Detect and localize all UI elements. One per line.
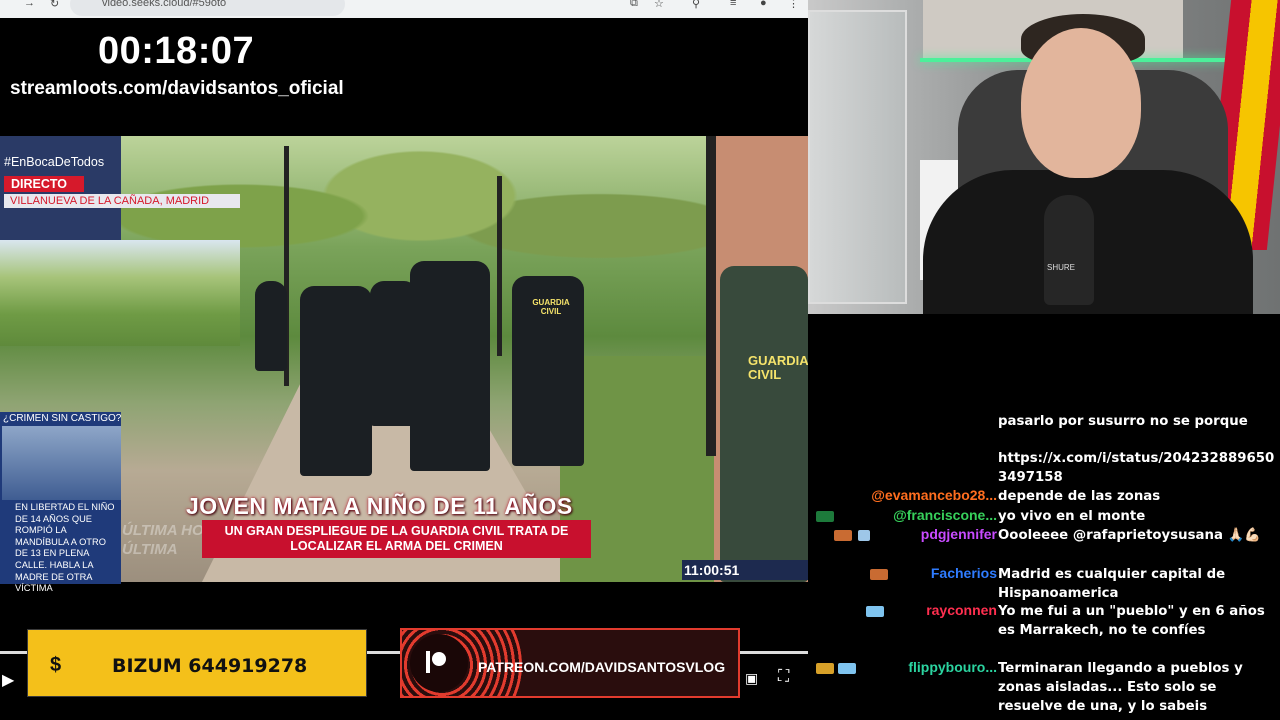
streamer-face bbox=[1021, 28, 1141, 178]
chat-message-text: depende de las zonas bbox=[998, 489, 1161, 504]
chat-username[interactable]: Facherios bbox=[931, 565, 997, 581]
chat-message-text: Madrid es cualquier capital de Hispanoam… bbox=[998, 567, 1226, 601]
bookmark-star-icon[interactable]: ☆ bbox=[654, 0, 664, 10]
play-icon[interactable]: ▶ bbox=[2, 670, 14, 690]
street-lamp bbox=[497, 176, 502, 356]
chat-message-text: https://x.com/i/status/20423288965034971… bbox=[998, 451, 1275, 485]
patreon-url: PATREON.COM/DAVIDSANTOSVLOG bbox=[478, 659, 726, 675]
broadcast-clock: 11:00:51 bbox=[682, 560, 808, 580]
bizum-text: BIZUM 644919278 bbox=[112, 655, 308, 677]
breaking-watermark: ÚLTIMA bbox=[122, 541, 178, 558]
subheadline-line-1: UN GRAN DESPLIEGUE DE LA GUARDIA CIVIL T… bbox=[224, 524, 569, 538]
chat-panel: pasarlo por susurro no se porque https:/… bbox=[808, 314, 1280, 720]
location-label: VILLANUEVA DE LA CAÑADA, MADRID bbox=[4, 194, 240, 208]
person-silhouette bbox=[300, 286, 372, 476]
program-hashtag: #EnBocaDeTodos bbox=[4, 155, 105, 169]
forward-icon[interactable]: → bbox=[24, 0, 35, 9]
menu-list-icon[interactable]: ≡ bbox=[730, 0, 736, 9]
chat-message-text: Yo me fui a un "pueblo" y en 6 años es M… bbox=[998, 604, 1265, 638]
patreon-icon bbox=[426, 651, 446, 673]
bystander-silhouette bbox=[255, 281, 287, 371]
chat-message-text: yo vivo en el monte bbox=[998, 509, 1146, 524]
chat-badge-icon bbox=[816, 511, 834, 522]
side-story-title: ¿CRIMEN SIN CASTIGO? bbox=[3, 413, 122, 424]
extensions-icon[interactable]: ⚲ bbox=[692, 0, 700, 10]
miniplayer-icon[interactable]: ▣ bbox=[745, 670, 758, 687]
microphone bbox=[1044, 195, 1094, 305]
chat-message-text: Terminaran llegando a pueblos y zonas ai… bbox=[998, 661, 1243, 714]
subheadline-line-2: LOCALIZAR EL ARMA DEL CRIMEN bbox=[290, 539, 503, 553]
guard-silhouette bbox=[410, 261, 490, 471]
chat-username[interactable]: @franciscone... bbox=[893, 507, 997, 523]
reload-icon[interactable]: ↻ bbox=[50, 0, 59, 10]
diamond-badge-icon bbox=[858, 530, 870, 541]
live-badge: DIRECTO bbox=[4, 176, 84, 192]
stream-timer: 00:18:07 bbox=[98, 30, 255, 72]
guard-silhouette bbox=[720, 266, 808, 582]
chat-badge-icon bbox=[870, 569, 888, 580]
side-story-image bbox=[2, 426, 121, 500]
streamloots-url: streamloots.com/davidsantos_oficial bbox=[10, 78, 344, 99]
news-headline: JOVEN MATA A NIÑO DE 11 AÑOS bbox=[186, 493, 573, 519]
address-bar-url: video.seeks.cloud/#59oto bbox=[102, 0, 227, 9]
webcam-feed: SHURE bbox=[808, 0, 1280, 314]
chat-message-text: pasarlo por susurro no se porque bbox=[998, 414, 1248, 429]
chat-username[interactable]: pdgjennifer bbox=[921, 526, 997, 542]
crown-badge-icon bbox=[866, 606, 884, 617]
chat-username[interactable]: rayconnen bbox=[926, 602, 997, 618]
news-subheadline: UN GRAN DESPLIEGUE DE LA GUARDIA CIVIL T… bbox=[202, 520, 591, 558]
browser-toolbar: → ↻ video.seeks.cloud/#59oto ⧉ ☆ ⚲ ≡ ● ⋮ bbox=[0, 0, 808, 18]
chat-username[interactable]: @evamancebo28... bbox=[871, 487, 997, 503]
translate-icon[interactable]: ⧉ bbox=[630, 0, 638, 10]
chat-badge-icon bbox=[834, 530, 852, 541]
chat-username[interactable]: flippybouro... bbox=[908, 659, 997, 675]
microphone-brand: SHURE bbox=[1047, 263, 1076, 272]
side-story-text: EN LIBERTAD EL NIÑO DE 14 AÑOS QUE ROMPI… bbox=[15, 502, 115, 594]
lamp-post bbox=[706, 136, 716, 456]
profile-avatar[interactable]: ● bbox=[760, 0, 767, 9]
crown-badge-icon bbox=[838, 663, 856, 674]
browser-menu-icon[interactable]: ⋮ bbox=[788, 0, 799, 10]
chat-message-text: Oooleeee @rafaprietoysusana 🙏🏻💪🏻 bbox=[998, 528, 1261, 543]
uniform-label: GUARDIA CIVIL bbox=[748, 353, 808, 382]
inset-video bbox=[0, 240, 240, 346]
fullscreen-icon[interactable]: ⛶ bbox=[778, 668, 789, 686]
chat-badge-icon bbox=[816, 663, 834, 674]
bizum-dollar-icon: $ bbox=[50, 654, 62, 676]
uniform-label: GUARDIA CIVIL bbox=[532, 298, 570, 316]
display-cabinet bbox=[808, 10, 907, 304]
